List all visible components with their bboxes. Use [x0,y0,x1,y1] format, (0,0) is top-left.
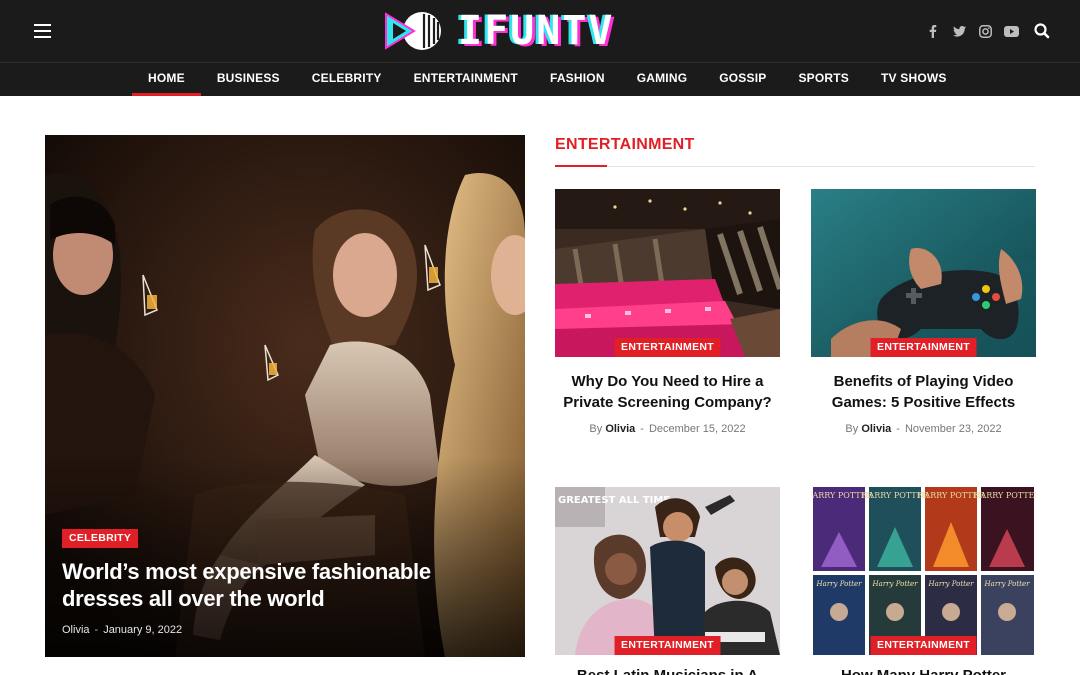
nav-item-sports[interactable]: SPORTS [782,63,865,96]
hamburger-icon[interactable] [34,24,51,38]
section-title[interactable]: ENTERTAINMENT [555,136,1035,154]
meta-separator: - [94,624,99,636]
card-date: November 23, 2022 [904,423,1002,435]
nav-item-gaming[interactable]: GAMING [621,63,704,96]
nav-item-home[interactable]: HOME [132,63,201,96]
cinema-image [555,189,780,357]
main-nav: HOME BUSINESS CELEBRITY ENTERTAINMENT FA… [0,62,1080,96]
article-thumbnail[interactable]: ENTERTAINMENT [811,189,1036,357]
site-logo[interactable]: IFUNTV [384,10,615,52]
meta-separator: - [896,423,900,435]
hero-date: January 9, 2022 [103,624,183,636]
hero-category-badge[interactable]: CELEBRITY [62,529,139,548]
hero-title[interactable]: World’s most expensive fashionable dress… [62,558,502,612]
card-date: December 15, 2022 [648,423,746,435]
social-links [920,21,1052,41]
youtube-icon[interactable] [998,25,1024,37]
gamepad-image [811,189,1036,357]
card-author[interactable]: Olivia [605,423,635,435]
hero-meta: Olivia - January 9, 2022 [62,624,182,636]
instagram-icon[interactable] [972,24,998,38]
card-title[interactable]: Best Latin Musicians in A [555,666,780,675]
article-thumbnail[interactable]: GREATEST ALL TIME ENTERTAINMENT [555,487,780,655]
article-thumbnail[interactable]: ENTERTAINMENT [555,189,780,357]
logo-text: IFUNTV [458,8,615,54]
book-title-text: Harry Potter [928,580,975,588]
nav-item-tv-shows[interactable]: TV SHOWS [865,63,963,96]
image-caption-text: GREATEST ALL TIME [558,495,670,506]
card-category-badge[interactable]: ENTERTAINMENT [614,636,721,655]
logo-play-icon [385,12,441,50]
card-category-badge[interactable]: ENTERTAINMENT [870,338,977,357]
section-title-underline [555,165,607,167]
article-card: ENTERTAINMENT Why Do You Need to Hire a … [555,189,780,435]
musicians-image: GREATEST ALL TIME [555,487,780,655]
card-title[interactable]: Benefits of Playing Video Games: 5 Posit… [811,371,1036,413]
article-card: HARRY POTTER HARRY POTTER HARRY POTTER H… [811,487,1036,655]
article-thumbnail[interactable]: HARRY POTTER HARRY POTTER HARRY POTTER H… [811,487,1036,655]
nav-item-fashion[interactable]: FASHION [534,63,621,96]
article-card: GREATEST ALL TIME ENTERTAINMENT [555,487,780,655]
nav-item-business[interactable]: BUSINESS [201,63,296,96]
nav-item-celebrity[interactable]: CELEBRITY [296,63,398,96]
site-header: IFUNTV [0,0,1080,62]
card-by-label: By [589,423,603,435]
section-header: ENTERTAINMENT [555,136,1035,167]
search-icon[interactable] [1032,21,1052,41]
card-meta: By Olivia - December 15, 2022 [555,423,780,435]
card-by-label: By [845,423,859,435]
nav-item-entertainment[interactable]: ENTERTAINMENT [398,63,534,96]
books-image: HARRY POTTER HARRY POTTER HARRY POTTER H… [811,487,1036,655]
card-category-badge[interactable]: ENTERTAINMENT [870,636,977,655]
hero-article[interactable]: CELEBRITY World’s most expensive fashion… [45,135,525,657]
book-title-text: Harry Potter [984,580,1031,588]
book-title-text: Harry Potter [816,580,863,588]
twitter-icon[interactable] [946,25,972,37]
card-category-badge[interactable]: ENTERTAINMENT [614,338,721,357]
card-author[interactable]: Olivia [861,423,891,435]
article-card: ENTERTAINMENT Benefits of Playing Video … [811,189,1036,435]
facebook-icon[interactable] [920,24,946,38]
nav-item-gossip[interactable]: GOSSIP [703,63,782,96]
book-title-text: Harry Potter [872,580,919,588]
card-title[interactable]: How Many Harry Potter [811,666,1036,675]
hero-author[interactable]: Olivia [62,624,90,636]
book-title-text: HARRY POTTER [973,491,1036,500]
meta-separator: - [640,423,644,435]
card-meta: By Olivia - November 23, 2022 [811,423,1036,435]
card-title[interactable]: Why Do You Need to Hire a Private Screen… [555,371,780,413]
